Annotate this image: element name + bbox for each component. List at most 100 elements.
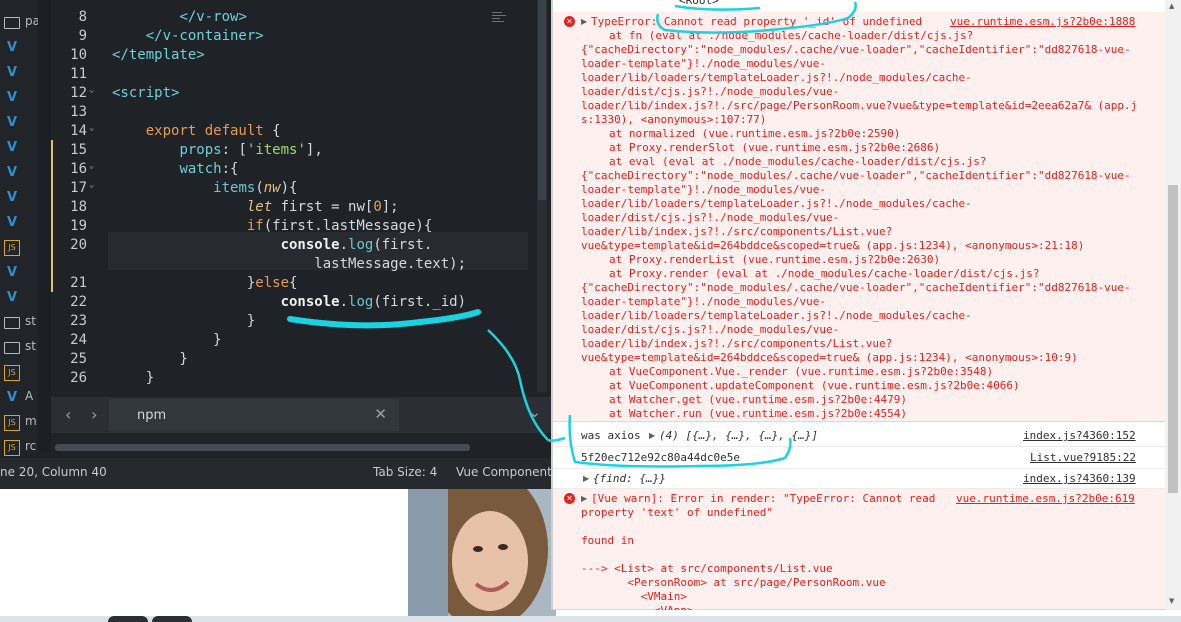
code-line: let first = nw[0]; bbox=[112, 198, 399, 217]
expand-triangle-icon[interactable]: ▶ bbox=[581, 17, 587, 26]
error-message-typeerror: ✕ ▶ TypeError: Cannot read property '_id… bbox=[553, 12, 1165, 422]
sidebar-item[interactable]: V bbox=[4, 261, 38, 285]
sidebar-item[interactable]: V bbox=[4, 136, 38, 160]
trace-line: {"cacheDirectory":"node_modules/.cache/v… bbox=[581, 169, 1131, 182]
code-line: items(nw){ bbox=[112, 179, 297, 198]
code-line: } bbox=[112, 331, 222, 350]
code-token: export default bbox=[145, 123, 264, 139]
line-number: 11 bbox=[70, 66, 87, 82]
log-source-link[interactable]: index.js?4360:139 bbox=[1023, 472, 1136, 485]
scroll-down-icon[interactable]: ▼ bbox=[1169, 597, 1174, 605]
sidebar-item[interactable]: V bbox=[4, 86, 38, 110]
trace-line: loader/dist/cjs.js?!./node_modules/vue- bbox=[581, 323, 840, 336]
trace-line: loader/lib/index.js?!./src/components/Li… bbox=[581, 225, 893, 238]
log-object-value[interactable]: {find: {…}} bbox=[593, 472, 666, 486]
sidebar-item[interactable]: V bbox=[4, 36, 38, 60]
sidebar-item[interactable]: st bbox=[4, 311, 38, 335]
code-line: export default { bbox=[112, 122, 281, 141]
status-bar: ne 20, Column 40 Tab Size: 4 Vue Compone… bbox=[0, 458, 555, 489]
sidebar-item[interactable]: pa bbox=[4, 11, 38, 35]
code-token: let bbox=[246, 199, 273, 215]
code-token: </v-container> bbox=[145, 28, 264, 44]
code-line: </v-row> bbox=[112, 8, 246, 27]
trace-line: loader/lib/loaders/templateLoader.js?!./… bbox=[581, 71, 972, 84]
scroll-thumb[interactable] bbox=[538, 0, 546, 200]
line-number: 9 bbox=[78, 28, 87, 44]
code-line: lastMessage.text); bbox=[112, 255, 466, 274]
editor-vertical-scrollbar[interactable] bbox=[537, 0, 547, 392]
sidebar-item[interactable]: st bbox=[4, 336, 38, 360]
sidebar-item[interactable]: JS rc bbox=[4, 436, 38, 460]
line-number-gutter: 8 9 10 11 12 ⌄ 13 14 ⌄ 15 16 ⌄ 17 ⌄ 18 19 20 21 22 23 24 25 26 bbox=[51, 0, 108, 392]
syntax-mode[interactable]: Vue Component bbox=[456, 465, 552, 479]
chevron-down-icon[interactable]: ⌄ bbox=[528, 403, 541, 421]
sidebar-item[interactable]: V bbox=[4, 161, 38, 185]
line-number: 13 bbox=[70, 104, 87, 120]
code-line: console.log(first._id) bbox=[112, 293, 466, 312]
editor-horizontal-scrollbar[interactable] bbox=[51, 442, 540, 452]
expand-triangle-icon[interactable]: ▶ bbox=[581, 494, 587, 503]
fold-chevron-icon[interactable]: ⌄ bbox=[89, 157, 101, 176]
error-source-link[interactable]: vue.runtime.esm.js?2b0e:1888 bbox=[950, 15, 1135, 28]
panel-prev-icon[interactable]: ‹ bbox=[65, 405, 71, 424]
sidebar-item-label: pa bbox=[25, 14, 38, 28]
sidebar-item[interactable]: V bbox=[4, 286, 38, 310]
sidebar-item[interactable]: JS m bbox=[4, 411, 38, 435]
expand-triangle-icon[interactable]: ▶ bbox=[583, 474, 589, 483]
sidebar-item[interactable]: JS bbox=[4, 236, 38, 260]
code-token: lastMessage.text); bbox=[112, 256, 467, 272]
code-line: props: ['items'], bbox=[112, 141, 322, 160]
line-number: 16 bbox=[70, 161, 87, 177]
close-icon[interactable]: ✕ bbox=[374, 405, 387, 423]
code-line: </v-container> bbox=[112, 27, 264, 46]
sidebar-item[interactable]: VA bbox=[4, 386, 38, 410]
code-token: (first. bbox=[373, 237, 433, 253]
scroll-up-icon[interactable]: ▲ bbox=[1169, 2, 1174, 10]
sidebar-item[interactable]: V bbox=[4, 111, 38, 135]
code-token: { bbox=[289, 275, 298, 291]
sidebar-item-label: rc bbox=[25, 439, 37, 453]
error-source-link[interactable]: vue.runtime.esm.js?2b0e:619 bbox=[956, 492, 1135, 505]
sidebar-item[interactable]: V bbox=[4, 61, 38, 85]
fold-chevron-icon[interactable]: ⌄ bbox=[89, 81, 101, 100]
code-token: 0 bbox=[373, 199, 382, 215]
code-token: } bbox=[112, 275, 256, 291]
expand-triangle-icon[interactable]: ▶ bbox=[649, 431, 655, 440]
trace-line: loader/lib/index.js?!./src/components/Li… bbox=[581, 337, 893, 350]
trace-line: at Proxy.renderSlot (vue.runtime.esm.js?… bbox=[609, 141, 941, 154]
sidebar-item[interactable]: V bbox=[4, 186, 38, 210]
trace-line: loader/dist/cjs.js?!./node_modules/vue- bbox=[581, 211, 840, 224]
log-source-link[interactable]: List.vue?9185:22 bbox=[1030, 451, 1136, 464]
log-array-value[interactable]: (4) [{…}, {…}, {…}, {…}] bbox=[659, 429, 818, 443]
code-line: </template> bbox=[112, 46, 205, 65]
sidebar-item[interactable]: V bbox=[4, 211, 38, 235]
fold-chevron-icon[interactable]: ⌄ bbox=[89, 119, 101, 138]
trace-line: <VApp> bbox=[581, 604, 694, 610]
js-file-icon: JS bbox=[4, 365, 20, 381]
taskbar bbox=[0, 616, 1181, 622]
scroll-thumb[interactable] bbox=[55, 444, 470, 451]
log-was-axios: was axios ▶ (4) [{…}, {…}, {…}, {…}] ind… bbox=[553, 425, 1165, 447]
tab-npm[interactable]: npm ✕ bbox=[109, 399, 399, 431]
minimap[interactable] bbox=[489, 0, 537, 392]
log-source-link[interactable]: index.js?4360:152 bbox=[1023, 429, 1136, 442]
panel-next-icon[interactable]: › bbox=[91, 405, 97, 424]
vue-file-icon: V bbox=[6, 115, 18, 130]
fold-chevron-icon[interactable]: ⌄ bbox=[89, 176, 101, 195]
sidebar-item[interactable]: JS bbox=[4, 361, 38, 385]
code-token: . bbox=[339, 237, 349, 253]
line-number: 26 bbox=[70, 370, 87, 386]
code-area[interactable]: </v-row> </v-container> </template> <scrip… bbox=[108, 0, 528, 392]
code-token: } bbox=[112, 332, 222, 348]
code-token: console bbox=[280, 294, 340, 310]
code-token: } bbox=[112, 370, 155, 386]
tab-size-setting[interactable]: Tab Size: 4 bbox=[373, 465, 437, 479]
console-scrollbar[interactable]: ▲ ▼ bbox=[1165, 0, 1181, 610]
vue-file-icon: V bbox=[6, 165, 18, 180]
code-token: <script> bbox=[112, 85, 180, 101]
scroll-thumb[interactable] bbox=[1168, 185, 1178, 493]
